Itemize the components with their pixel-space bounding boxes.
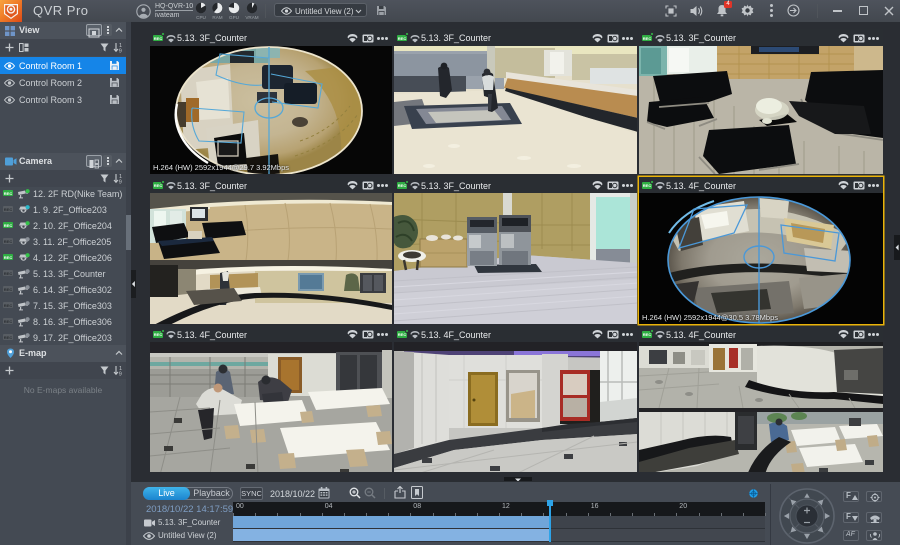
svg-text:9: 9	[119, 372, 122, 377]
svg-text:9: 9	[119, 49, 122, 54]
svg-text:VRAM: VRAM	[245, 15, 258, 20]
svg-text:RAM: RAM	[212, 15, 222, 20]
svg-text:GPU: GPU	[229, 15, 239, 20]
svg-text:9: 9	[119, 180, 122, 185]
svg-text:CPU: CPU	[196, 15, 206, 20]
